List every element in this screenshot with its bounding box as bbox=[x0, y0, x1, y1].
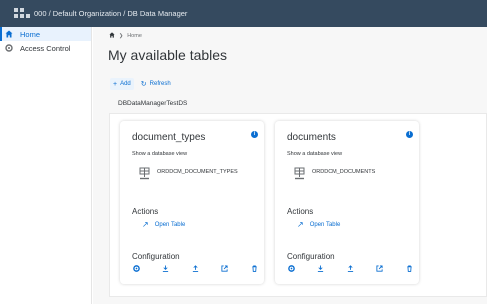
delete-icon[interactable] bbox=[250, 264, 258, 272]
open-table-link[interactable]: ↗ Open Table bbox=[142, 220, 185, 229]
database-view-icon bbox=[294, 167, 305, 185]
table-card[interactable]: documents i Show a database view ORDDCM_… bbox=[275, 121, 419, 284]
card-title: document_types bbox=[132, 132, 206, 143]
configuration-actions bbox=[132, 264, 258, 272]
refresh-button[interactable]: ↻ Refresh bbox=[138, 78, 174, 90]
actions-heading: Actions bbox=[287, 207, 314, 216]
shell-title: 000 / Default Organization / DB Data Man… bbox=[34, 9, 188, 18]
card-subtitle: Show a database view bbox=[132, 151, 188, 157]
database-view: ORDDCM_DOCUMENT_TYPES bbox=[139, 167, 238, 185]
refresh-icon: ↻ bbox=[140, 81, 147, 88]
view-name: ORDDCM_DOCUMENT_TYPES bbox=[157, 169, 238, 175]
sidebar-item-access-control[interactable]: Access Control bbox=[0, 41, 91, 55]
configuration-heading: Configuration bbox=[132, 252, 180, 261]
settings-icon[interactable] bbox=[132, 264, 140, 272]
configuration-heading: Configuration bbox=[287, 252, 335, 261]
settings-icon bbox=[4, 44, 13, 52]
info-icon[interactable]: i bbox=[406, 131, 413, 138]
sidebar-item-home[interactable]: Home bbox=[0, 27, 91, 41]
database-view-icon bbox=[139, 167, 150, 185]
add-button-label: Add bbox=[120, 81, 131, 87]
upload-icon[interactable] bbox=[346, 264, 354, 272]
toolbar: + Add ↻ Refresh bbox=[110, 78, 178, 90]
plus-icon: + bbox=[113, 80, 118, 88]
card-title: documents bbox=[287, 132, 336, 143]
actions-heading: Actions bbox=[132, 207, 159, 216]
download-icon[interactable] bbox=[317, 264, 325, 272]
sidebar-item-label: Home bbox=[20, 29, 41, 39]
open-table-link[interactable]: ↗ Open Table bbox=[297, 220, 340, 229]
card-subtitle: Show a database view bbox=[287, 151, 343, 157]
refresh-button-label: Refresh bbox=[149, 81, 171, 87]
configuration-actions bbox=[287, 264, 413, 272]
home-icon[interactable] bbox=[109, 32, 115, 40]
view-name: ORDDCM_DOCUMENTS bbox=[312, 169, 376, 175]
home-icon bbox=[4, 30, 13, 38]
sidebar-item-label: Access Control bbox=[20, 43, 71, 53]
open-table-label: Open Table bbox=[154, 221, 186, 228]
breadcrumb: ❯ Home bbox=[109, 32, 142, 40]
download-icon[interactable] bbox=[162, 264, 170, 272]
settings-icon[interactable] bbox=[287, 264, 295, 272]
upload-icon[interactable] bbox=[191, 264, 199, 272]
arrow-up-right-icon: ↗ bbox=[297, 220, 304, 229]
shell-bar: 000 / Default Organization / DB Data Man… bbox=[0, 0, 487, 27]
add-button[interactable]: + Add bbox=[110, 78, 134, 90]
export-icon[interactable] bbox=[221, 264, 229, 272]
delete-icon[interactable] bbox=[405, 264, 413, 272]
side-navigation: Home Access Control bbox=[0, 27, 92, 304]
info-icon[interactable]: i bbox=[251, 131, 258, 138]
table-card[interactable]: document_types i Show a database view OR… bbox=[120, 121, 264, 284]
open-table-label: Open Table bbox=[309, 221, 341, 228]
app-logo-icon[interactable] bbox=[13, 7, 31, 21]
chevron-right-icon: ❯ bbox=[119, 33, 124, 39]
page-title: My available tables bbox=[108, 47, 228, 63]
tables-panel: document_types i Show a database view OR… bbox=[109, 113, 487, 297]
datasource-label: DBDataManagerTestDS bbox=[118, 100, 188, 107]
database-view: ORDDCM_DOCUMENTS bbox=[294, 167, 375, 185]
export-icon[interactable] bbox=[376, 264, 384, 272]
arrow-up-right-icon: ↗ bbox=[142, 220, 149, 229]
breadcrumb-item-home[interactable]: Home bbox=[127, 33, 142, 39]
main-content: ❯ Home My available tables + Add ↻ Refre… bbox=[93, 27, 487, 304]
